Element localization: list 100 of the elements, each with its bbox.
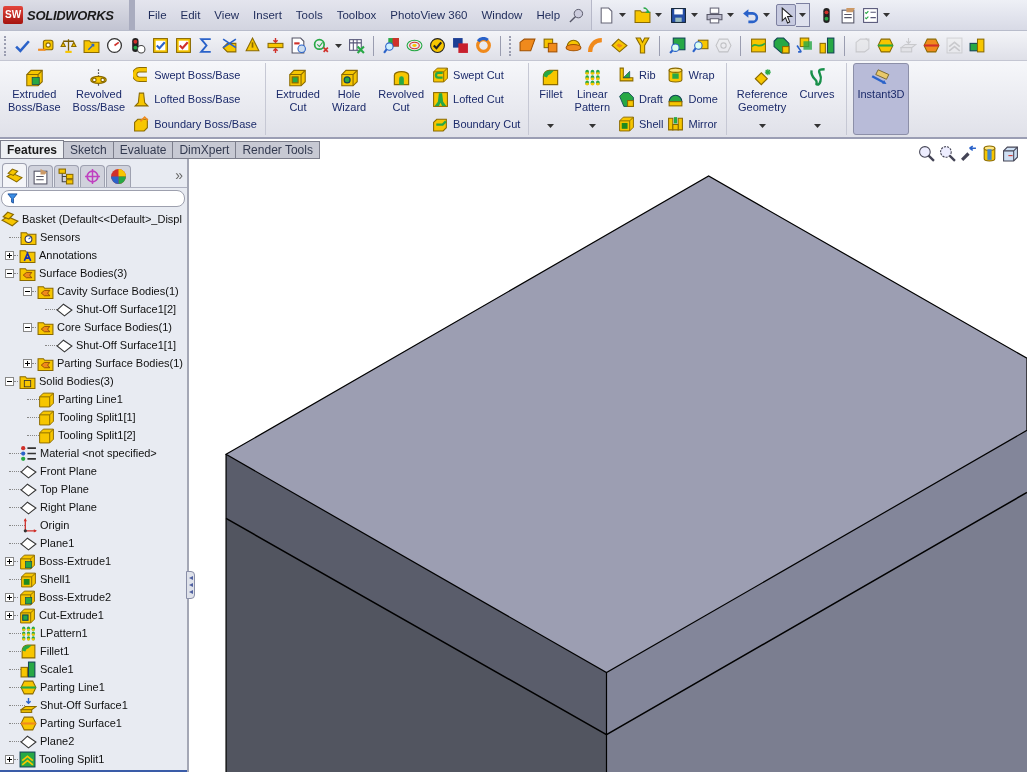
tree-item[interactable]: Boss-Extrude1: [19, 552, 112, 570]
view-button[interactable]: [960, 145, 977, 162]
command-button[interactable]: Wrap: [667, 64, 718, 85]
expand-toggle[interactable]: [5, 754, 14, 764]
tab[interactable]: DimXpert: [172, 141, 237, 159]
tree-item[interactable]: Shell1: [20, 570, 71, 588]
tab[interactable]: Features: [0, 140, 65, 159]
menu-item[interactable]: File: [141, 9, 174, 21]
command-button[interactable]: Lofted Boss/Base: [133, 88, 257, 110]
menu-item[interactable]: Window: [474, 9, 530, 21]
command-button[interactable]: Swept Boss/Base: [133, 64, 257, 85]
view-button[interactable]: [918, 145, 935, 162]
tree-item[interactable]: Boss-Extrude2: [19, 588, 112, 606]
tree-item[interactable]: Solid Bodies(3): [19, 372, 114, 390]
caret-icon[interactable]: [763, 13, 770, 17]
tree-item[interactable]: Material <not specified>: [20, 444, 157, 462]
tree-item[interactable]: Plane2: [20, 732, 75, 750]
menu-item[interactable]: PhotoView 360: [383, 9, 475, 21]
expand-toggle[interactable]: [5, 592, 14, 602]
expand-toggle[interactable]: [5, 556, 14, 566]
toolbar-button[interactable]: [105, 35, 123, 56]
toolbar-button[interactable]: [772, 35, 790, 56]
command-button[interactable]: Swept Cut: [432, 64, 521, 85]
caret-icon[interactable]: [727, 13, 734, 17]
tab[interactable]: Sketch: [63, 141, 114, 159]
collapse-toggle[interactable]: [5, 376, 14, 386]
tree-item[interactable]: Shut-Off Surface1[1]: [56, 336, 177, 354]
caret-icon[interactable]: [758, 124, 766, 128]
view-button[interactable]: [1002, 145, 1019, 162]
tab[interactable]: Render Tools: [235, 141, 320, 159]
pin-icon[interactable]: [569, 7, 585, 23]
tree-item[interactable]: LPattern1: [20, 624, 88, 642]
tree-item[interactable]: Tooling Split1: [19, 750, 105, 768]
tree-item[interactable]: Surface Bodies(3): [19, 264, 128, 282]
caret-icon[interactable]: [547, 124, 555, 128]
tree-item[interactable]: Front Plane: [20, 462, 97, 480]
caret-icon[interactable]: [588, 124, 596, 128]
toolbar-button[interactable]: [428, 35, 446, 56]
toolbar-button[interactable]: [818, 35, 836, 56]
toolbar-button[interactable]: [776, 4, 796, 26]
command-button[interactable]: Extruded Cut: [271, 63, 324, 135]
command-button[interactable]: Hole Wizard: [327, 63, 371, 135]
tab[interactable]: Evaluate: [112, 141, 174, 159]
command-button[interactable]: Draft: [618, 88, 664, 110]
tree-item[interactable]: Parting Line1: [38, 390, 123, 408]
tree-item[interactable]: Annotations: [19, 246, 98, 264]
tree-item[interactable]: Tooling Split1[2]: [38, 426, 136, 444]
collapse-toggle[interactable]: [23, 286, 32, 296]
menu-item[interactable]: Toolbox: [329, 9, 384, 21]
command-button[interactable]: Boundary Boss/Base: [133, 113, 257, 134]
toolbar-button[interactable]: [704, 4, 724, 26]
tree-item[interactable]: Scale1: [20, 660, 74, 678]
caret-icon[interactable]: [813, 124, 821, 128]
menu-item[interactable]: Edit: [173, 9, 208, 21]
command-button[interactable]: Boundary Cut: [432, 113, 521, 134]
menu-item[interactable]: Help: [529, 9, 568, 21]
caret-icon[interactable]: [655, 13, 662, 17]
tree-item[interactable]: Right Plane: [20, 498, 97, 516]
tree-item[interactable]: Core Surface Bodies(1): [37, 318, 172, 336]
toolbar-button[interactable]: [668, 35, 686, 56]
command-button[interactable]: Instant3D: [853, 63, 909, 135]
caret-icon[interactable]: [619, 13, 626, 17]
expand-toggle[interactable]: [23, 358, 32, 368]
expand-toggle[interactable]: [5, 610, 14, 620]
view-button[interactable]: [939, 145, 956, 162]
tree-item[interactable]: Fillet1: [20, 642, 70, 660]
tree-item[interactable]: Parting Surface Bodies(1): [37, 354, 183, 372]
menu-item[interactable]: Insert: [246, 9, 289, 21]
panel-tab[interactable]: [28, 165, 53, 187]
command-button[interactable]: Reference Geometry: [732, 63, 792, 135]
toolbar-button[interactable]: [451, 35, 469, 56]
panel-tab[interactable]: [106, 165, 131, 187]
tree-item[interactable]: Cavity Surface Bodies(1): [37, 282, 179, 300]
caret-icon[interactable]: [691, 13, 698, 17]
command-button[interactable]: Curves: [795, 63, 839, 135]
expand-toggle[interactable]: [5, 250, 14, 260]
tree-item[interactable]: Shut-Off Surface1[2]: [56, 300, 177, 318]
menu-item[interactable]: View: [207, 9, 247, 21]
caret-icon[interactable]: [335, 43, 342, 48]
tree-item[interactable]: Parting Surface1: [20, 714, 122, 732]
command-button[interactable]: Rib: [618, 64, 664, 85]
command-button[interactable]: Linear Pattern: [570, 63, 614, 135]
caret-icon[interactable]: [883, 13, 890, 17]
tree-item[interactable]: Plane1: [20, 534, 75, 552]
toolbar-button[interactable]: [968, 35, 986, 56]
collapse-toggle[interactable]: [5, 268, 14, 278]
tree-item[interactable]: Basket (Default<<Default>_Displ: [1, 210, 182, 228]
panel-tab[interactable]: [80, 165, 105, 187]
command-button[interactable]: Mirror: [667, 113, 718, 134]
tree-item[interactable]: Parting Line1: [20, 678, 105, 696]
tree-item[interactable]: Cut-Extrude1: [19, 606, 104, 624]
panel-tab[interactable]: [2, 163, 27, 187]
command-button[interactable]: Extruded Boss/Base: [4, 63, 65, 135]
collapse-toggle[interactable]: [23, 322, 32, 332]
command-button[interactable]: Shell: [618, 113, 664, 134]
caret-icon[interactable]: [796, 3, 810, 27]
tree-item[interactable]: Sensors: [20, 228, 81, 246]
command-button[interactable]: Dome: [667, 88, 718, 110]
command-button[interactable]: Fillet: [535, 63, 567, 135]
tree-item[interactable]: Top Plane: [20, 480, 89, 498]
